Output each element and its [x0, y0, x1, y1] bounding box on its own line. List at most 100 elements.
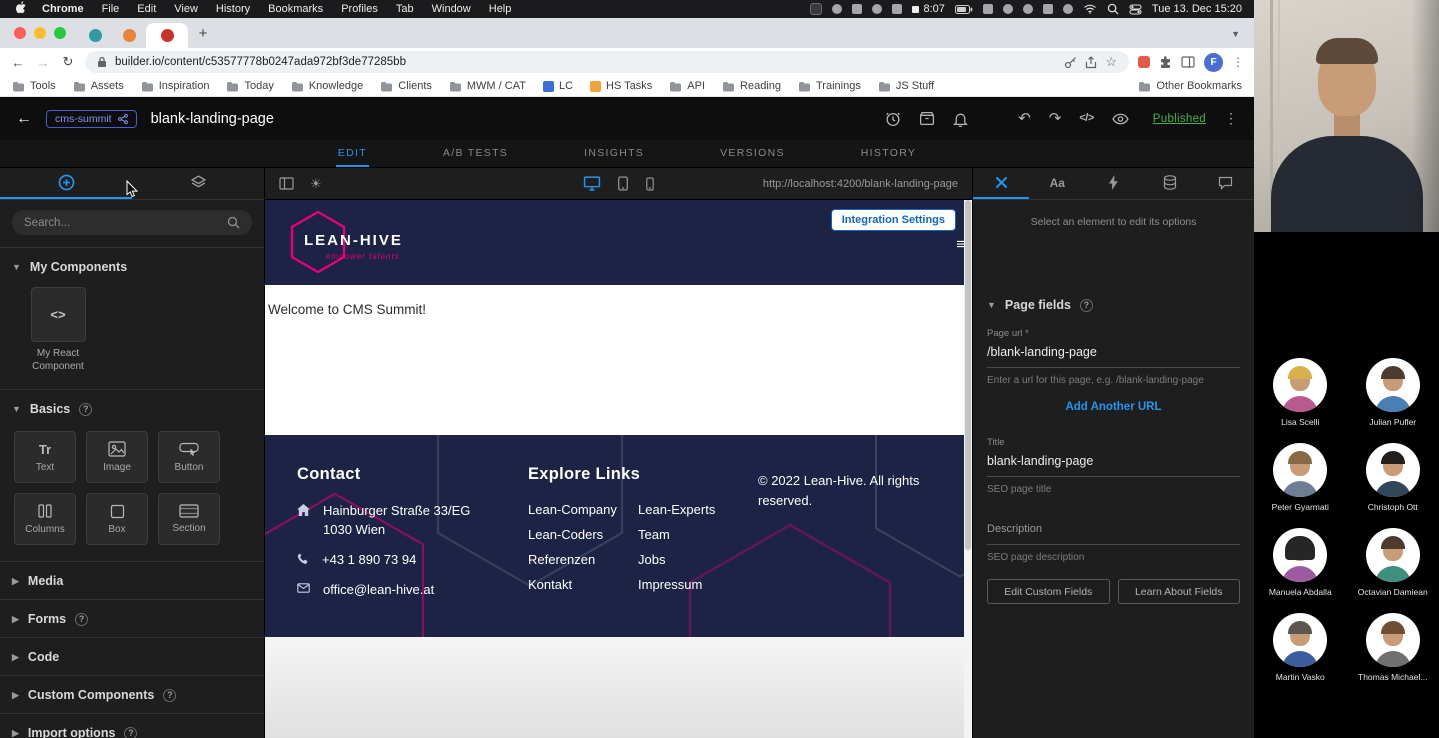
help-icon[interactable]: ?: [79, 403, 92, 416]
lock-icon[interactable]: [97, 56, 107, 68]
help-icon[interactable]: ?: [75, 613, 88, 626]
participant-tile[interactable]: Lisa Scelli: [1256, 358, 1344, 427]
scrollbar-thumb[interactable]: [965, 200, 971, 550]
status-icon[interactable]: [1043, 4, 1053, 14]
new-tab-button[interactable]: +: [190, 20, 216, 46]
minimize-window-button[interactable]: [34, 27, 46, 39]
browser-tab[interactable]: [78, 23, 112, 48]
status-icon[interactable]: [872, 4, 882, 14]
layout-columns-icon[interactable]: [279, 177, 294, 190]
forms-header[interactable]: ▶Forms?: [0, 600, 264, 637]
zoom-window-button[interactable]: [54, 27, 66, 39]
bookmark-folder[interactable]: Knowledge: [291, 80, 363, 92]
bookmark-folder[interactable]: MWM / CAT: [449, 80, 526, 92]
screen-recording-timer[interactable]: 8:07: [912, 3, 944, 15]
tab-search-icon[interactable]: ▼: [1231, 29, 1246, 39]
bookmark-folder[interactable]: JS Stuff: [878, 80, 934, 92]
menu-view[interactable]: View: [165, 3, 207, 15]
footer-link[interactable]: Kontakt: [528, 577, 638, 592]
status-icon[interactable]: [892, 4, 902, 14]
tab-insights[interactable]: INSIGHTS: [582, 140, 646, 167]
edit-options-tab[interactable]: [973, 168, 1029, 199]
bookmark-folder[interactable]: Inspiration: [141, 80, 210, 92]
footer-link[interactable]: Lean-Company: [528, 502, 638, 517]
theme-brightness-icon[interactable]: ☀: [310, 176, 322, 192]
bookmark-folder[interactable]: Today: [226, 80, 273, 92]
bookmark-folder[interactable]: Clients: [380, 80, 432, 92]
menu-history[interactable]: History: [207, 3, 259, 15]
component-section[interactable]: Section: [158, 493, 220, 545]
chrome-menu-icon[interactable]: ⋮: [1232, 55, 1244, 69]
menu-file[interactable]: File: [93, 3, 129, 15]
preview-scrollbar[interactable]: [964, 200, 972, 738]
footer-link[interactable]: Referenzen: [528, 552, 638, 567]
status-icon[interactable]: [852, 4, 862, 14]
menu-window[interactable]: Window: [423, 3, 480, 15]
bookmark-star-icon[interactable]: ☆: [1105, 54, 1117, 70]
insert-components-tab[interactable]: [0, 168, 132, 199]
reload-button[interactable]: ↻: [60, 54, 76, 70]
add-another-url-link[interactable]: Add Another URL: [987, 401, 1240, 413]
app-status-icon[interactable]: [810, 3, 822, 15]
page-fields-header[interactable]: ▼Page fields?: [987, 298, 1240, 312]
browser-tab[interactable]: [112, 23, 146, 48]
password-key-icon[interactable]: [1064, 56, 1077, 69]
page-url-input[interactable]: /blank-landing-page: [987, 339, 1240, 368]
code-icon[interactable]: </>: [1079, 113, 1093, 124]
space-badge[interactable]: cms-summit: [46, 110, 137, 128]
custom-components-header[interactable]: ▶Custom Components?: [0, 676, 264, 713]
import-options-header[interactable]: ▶Import options?: [0, 714, 264, 738]
tablet-device-icon[interactable]: [617, 176, 628, 191]
menubar-clock[interactable]: Tue 13. Dec 15:20: [1152, 3, 1244, 15]
menu-bookmarks[interactable]: Bookmarks: [259, 3, 332, 15]
undo-icon[interactable]: ↶: [1018, 111, 1031, 126]
help-icon[interactable]: ?: [163, 689, 176, 702]
menu-profiles[interactable]: Profiles: [332, 3, 387, 15]
edit-custom-fields-button[interactable]: Edit Custom Fields: [987, 579, 1110, 604]
bookmark-folder[interactable]: Tools: [12, 80, 56, 92]
my-react-component[interactable]: <> My React Component: [22, 287, 94, 373]
desktop-device-icon[interactable]: [583, 176, 600, 191]
status-icon[interactable]: [832, 4, 842, 14]
menu-edit[interactable]: Edit: [128, 3, 165, 15]
redo-icon[interactable]: ↷: [1049, 111, 1062, 126]
learn-about-fields-button[interactable]: Learn About Fields: [1118, 579, 1241, 604]
bookmark-site[interactable]: LC: [543, 80, 573, 92]
participant-tile[interactable]: Octavian Damiean: [1349, 528, 1437, 597]
bookmark-folder[interactable]: Assets: [73, 80, 124, 92]
archive-box-icon[interactable]: [919, 111, 935, 126]
phone-device-icon[interactable]: [645, 177, 654, 191]
footer-link[interactable]: Team: [638, 527, 753, 542]
tab-ab-tests[interactable]: A/B TESTS: [441, 140, 510, 167]
component-box[interactable]: Box: [86, 493, 148, 545]
participant-tile[interactable]: Christoph Ott: [1349, 443, 1437, 512]
data-tab[interactable]: [1142, 168, 1198, 199]
tab-versions[interactable]: VERSIONS: [718, 140, 787, 167]
preview-canvas[interactable]: LEAN-HIVE empower talents Integration Se…: [265, 200, 972, 738]
component-columns[interactable]: Columns: [14, 493, 76, 545]
footer-link[interactable]: Lean-Experts: [638, 502, 753, 517]
basics-header[interactable]: ▼Basics?: [0, 390, 264, 427]
close-window-button[interactable]: [14, 27, 26, 39]
site-body[interactable]: Welcome to CMS Summit!: [265, 285, 972, 435]
participant-tile[interactable]: Peter Gyarmati: [1256, 443, 1344, 512]
site-header[interactable]: LEAN-HIVE empower talents Integration Se…: [265, 200, 972, 285]
address-bar[interactable]: builder.io/content/c53577778b0247ada972b…: [85, 51, 1129, 73]
menu-tab[interactable]: Tab: [387, 3, 423, 15]
active-browser-tab[interactable]: [146, 23, 188, 48]
wifi-icon[interactable]: [1083, 4, 1097, 14]
title-input[interactable]: blank-landing-page: [987, 448, 1240, 477]
notifications-bell-icon[interactable]: [953, 111, 968, 127]
media-header[interactable]: ▶Media: [0, 562, 264, 599]
extension-icon[interactable]: [1138, 56, 1150, 68]
component-image[interactable]: Image: [86, 431, 148, 483]
control-center-icon[interactable]: [1129, 4, 1142, 15]
search-box[interactable]: [12, 210, 252, 235]
spotlight-search-icon[interactable]: [1107, 3, 1119, 15]
menu-chrome[interactable]: Chrome: [33, 3, 93, 15]
layers-tab[interactable]: [132, 168, 264, 199]
help-icon[interactable]: ?: [124, 727, 137, 738]
site-footer[interactable]: Contact Hainburger Straße 33/EG1030 Wien…: [265, 435, 972, 637]
published-status-link[interactable]: Published: [1153, 113, 1206, 125]
webcam-video-tile[interactable]: [1254, 0, 1439, 232]
